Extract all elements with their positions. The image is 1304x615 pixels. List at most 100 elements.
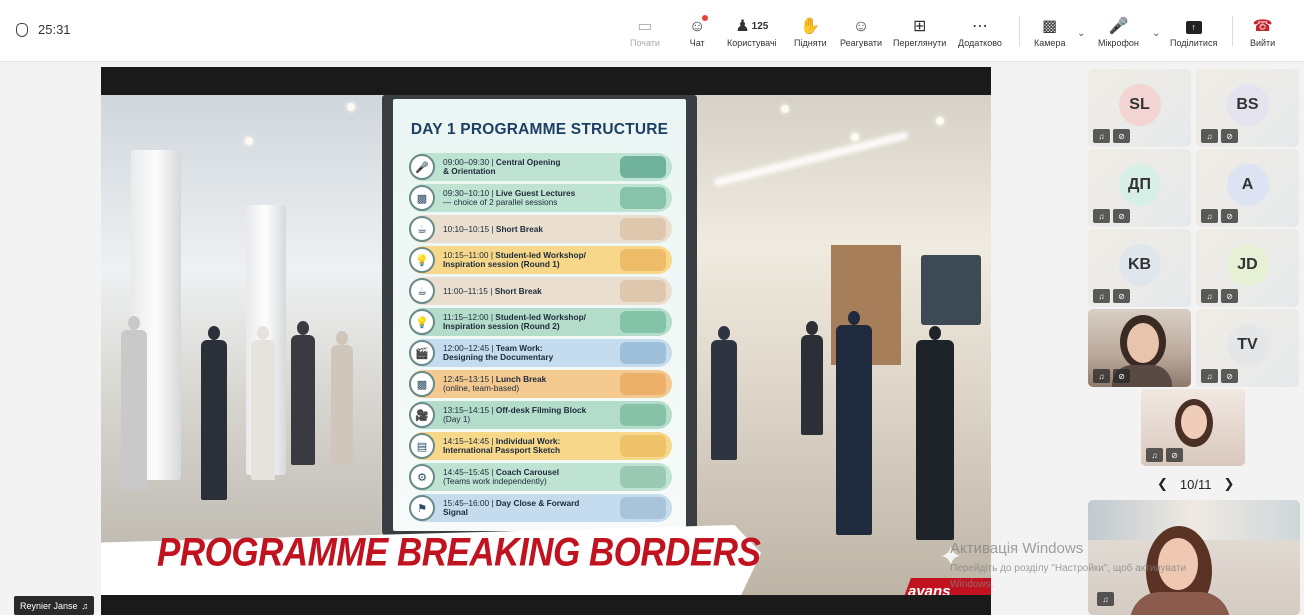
programme-row-text: 11:00–11:15 | Short Break <box>443 285 593 296</box>
presenter-name-tag: Reynier Janse ♫ <box>14 596 95 615</box>
speaker-icon: ♫ <box>1093 289 1110 303</box>
participant-tile[interactable]: KB ♫ ⊘ <box>1088 229 1191 307</box>
avatar: A <box>1226 164 1269 206</box>
shield-icon <box>16 22 28 37</box>
unread-dot <box>702 15 709 21</box>
active-speaker-video[interactable]: ♫ <box>1088 500 1300 615</box>
row-subtitle: Inspiration session (Round 1) <box>443 259 560 269</box>
camera-options-chevron-icon[interactable]: ⌄ <box>1077 28 1085 39</box>
chevron-right-icon[interactable]: ❯ <box>1223 476 1234 492</box>
participant-tile[interactable]: JD ♫ ⊘ <box>1196 229 1299 307</box>
programme-row-icon: 🎥 <box>409 402 435 428</box>
avatar: SL <box>1118 84 1161 126</box>
mic-button[interactable]: 🎤 Мікрофон <box>1098 16 1139 49</box>
mic-off-icon: ⊘ <box>1113 369 1130 383</box>
react-button[interactable]: ☺ Реагувати <box>840 16 882 49</box>
mic-off-icon: ⊘ <box>1221 289 1238 303</box>
speaker-icon: ♫ <box>1201 289 1218 303</box>
poster-title: DAY 1 PROGRAMME STRUCTURE <box>410 121 669 138</box>
participant-tile[interactable]: A ♫ ⊘ <box>1196 149 1299 227</box>
programme-row-icon: ▩ <box>409 371 435 397</box>
start-button[interactable]: ▭ Почати <box>630 16 660 49</box>
ellipsis-icon: ⋯ <box>971 18 988 35</box>
screen-icon: ▭ <box>637 18 653 35</box>
programme-row-illustration <box>620 156 666 178</box>
camera-icon: ▩ <box>1042 18 1058 35</box>
blurred-person <box>916 326 954 540</box>
participant-video-tile[interactable]: ♫ ⊘ <box>1141 389 1245 466</box>
chat-icon: ☺ <box>689 15 709 38</box>
raise-hand-button[interactable]: ✋ Підняти <box>794 16 827 49</box>
lobby-right-image <box>691 95 991 595</box>
mic-off-icon: ⊘ <box>1221 129 1238 143</box>
programme-row-icon: ⚑ <box>409 495 435 521</box>
programme-row-icon: 🎬 <box>409 340 435 366</box>
speaker-icon: ♫ <box>1201 209 1218 223</box>
mic-off-icon: ⊘ <box>1113 289 1130 303</box>
chevron-left-icon[interactable]: ❮ <box>1157 476 1168 492</box>
ceiling-light <box>851 133 859 141</box>
participant-tile[interactable]: TV ♫ ⊘ <box>1196 309 1299 387</box>
programme-row: 🎤 09:00–09:30 | Central Opening & Orientat… <box>409 153 672 181</box>
row-title: Off-desk Filming Block <box>495 405 587 416</box>
participant-video-tile[interactable]: ♫ ⊘ <box>1088 309 1191 387</box>
gallery-pager: ❮ 10/11 ❯ <box>1157 476 1234 492</box>
hangup-icon: ☎ <box>1252 18 1273 35</box>
face <box>1181 405 1207 439</box>
banner-title: PROGRAMME BREAKING BORDERS <box>157 530 761 575</box>
programme-row-icon: ▤ <box>409 433 435 459</box>
programme-row: 🎥 13:15–14:15 | Off-desk Filming Block (Da… <box>409 401 672 429</box>
programme-row-illustration <box>620 404 666 426</box>
lobby-left-image <box>101 95 381 595</box>
page-indicator: 10/11 <box>1179 476 1212 492</box>
row-time: 11:00–11:15 | <box>443 285 493 296</box>
camera-button[interactable]: ▩ Камера <box>1034 16 1065 49</box>
mic-options-chevron-icon[interactable]: ⌄ <box>1152 28 1160 39</box>
mic-off-icon: ⊘ <box>1113 129 1130 143</box>
row-subtitle: (Day 1) <box>443 414 471 424</box>
programme-poster: DAY 1 PROGRAMME STRUCTURE 🎤 09:00–09:30 |… <box>393 99 686 531</box>
programme-row-icon: 🎤 <box>409 154 435 180</box>
programme-row: ▩ 09:30–10:10 | Live Guest Lectures — choi… <box>409 184 672 212</box>
view-button[interactable]: ⊞ Переглянути <box>893 16 946 49</box>
ceiling-light <box>347 103 355 111</box>
share-button[interactable]: ↑ Поділитися <box>1170 16 1217 48</box>
programme-row-text: 11:15–12:00 | Student-led Workshop/Inspi… <box>443 313 593 330</box>
participant-tile[interactable]: BS ♫ ⊘ <box>1196 69 1299 147</box>
participant-tile[interactable]: ДП ♫ ⊘ <box>1088 149 1191 227</box>
chat-button[interactable]: ☺ Чат <box>689 15 709 48</box>
shared-screen: DAY 1 PROGRAMME STRUCTURE 🎤 09:00–09:30 |… <box>101 67 991 615</box>
toolbar-divider-2 <box>1232 16 1233 46</box>
more-button[interactable]: ⋯ Додатково <box>958 16 1002 49</box>
timer-text: 25:31 <box>38 22 71 37</box>
programme-row-text: 15:45–16:00 | Day Close & Forward Signal <box>443 499 593 516</box>
programme-row-icon: 💡 <box>409 247 435 273</box>
avatar: ДП <box>1118 164 1161 206</box>
users-button[interactable]: ♟ 125 Користувачі <box>727 16 777 49</box>
speaker-icon: ♫ <box>1097 592 1114 606</box>
row-subtitle: (online, team-based) <box>443 383 520 393</box>
smile-icon: ☺ <box>852 18 870 35</box>
programme-row-illustration <box>620 218 666 240</box>
programme-row: ⚙ 14:45–15:45 | Coach Carousel (Teams work… <box>409 463 672 491</box>
people-icon: ♟ 125 <box>735 18 769 35</box>
blurred-person <box>801 321 823 435</box>
blurred-person <box>836 311 872 535</box>
mic-off-icon: ⊘ <box>1166 448 1183 462</box>
toolbar-divider <box>1019 16 1020 46</box>
programme-row-illustration <box>620 466 666 488</box>
row-title: Short Break <box>494 285 542 296</box>
hand-icon: ✋ <box>800 18 821 35</box>
mic-off-icon: ⊘ <box>1221 369 1238 383</box>
row-subtitle: (Teams work independently) <box>443 476 547 486</box>
row-subtitle: & Orientation <box>443 166 496 176</box>
avatar: KB <box>1118 244 1161 286</box>
programme-row: 🎬 12:00–12:45 | Team Work: Designing the D… <box>409 339 672 367</box>
meeting-timer: 25:31 <box>16 22 71 37</box>
leave-button[interactable]: ☎ Вийти <box>1250 16 1275 49</box>
programme-row: ☕ 10:10–10:15 | Short Break <box>409 215 672 243</box>
tile-status-icons: ♫ ⊘ <box>1201 129 1238 143</box>
speaker-icon: ♫ <box>1093 129 1110 143</box>
participant-tile[interactable]: SL ♫ ⊘ <box>1088 69 1191 147</box>
mic-off-icon: 🎤 <box>1108 18 1129 35</box>
